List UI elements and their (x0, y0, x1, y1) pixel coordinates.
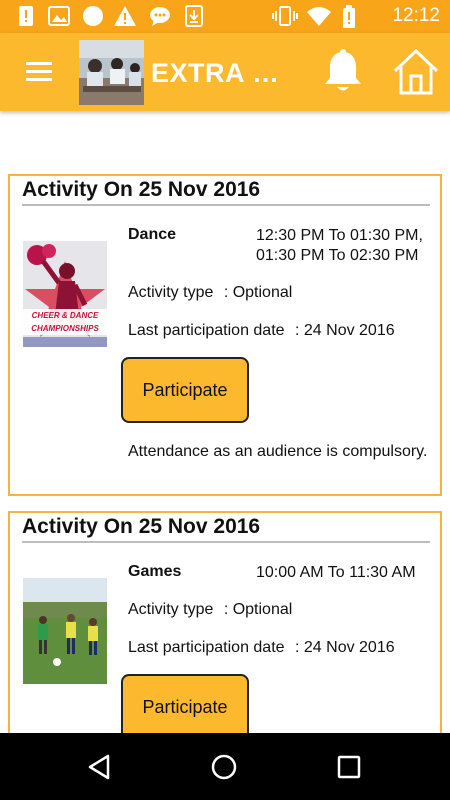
menu-button[interactable] (18, 55, 62, 89)
last-date-value: : 24 Nov 2016 (295, 322, 395, 339)
last-date-label: Last participation date (128, 322, 285, 339)
home-circle-icon (211, 754, 237, 780)
wifi-icon (306, 5, 332, 32)
activity-heading: Activity On 25 Nov 2016 (22, 515, 430, 543)
last-date-row: Last participation date : 24 Nov 2016 (128, 639, 395, 657)
status-time: 12:12 (392, 5, 440, 26)
recents-icon (337, 755, 361, 779)
home-button[interactable] (391, 48, 441, 96)
hamburger-menu-icon (26, 62, 52, 81)
last-date-row: Last participation date : 24 Nov 2016 (128, 322, 395, 340)
download-icon (185, 5, 203, 32)
warning-icon (113, 5, 137, 32)
activity-type-value: : Optional (223, 284, 293, 301)
activity-type-row: Activity type : Optional (128, 601, 292, 619)
alert-box-icon (18, 5, 34, 32)
app-title: EXTRA C... (151, 58, 286, 88)
battery-alert-icon (342, 5, 356, 34)
activity-type-label: Activity type (128, 284, 214, 301)
home-icon (393, 48, 439, 95)
back-icon (88, 754, 110, 780)
participate-button[interactable]: Participate (121, 674, 249, 733)
chat-bubble-icon (148, 5, 172, 32)
last-date-label: Last participation date (128, 639, 285, 656)
participate-button[interactable]: Participate (121, 357, 249, 423)
activity-type-label: Activity type (128, 601, 214, 618)
activity-heading: Activity On 25 Nov 2016 (22, 178, 430, 206)
activity-type-value: : Optional (223, 601, 293, 618)
activity-card: Activity On 25 Nov 2016 Games 10:00 AM T… (8, 511, 442, 733)
activity-image (23, 578, 107, 684)
activity-name: Dance (128, 226, 177, 243)
activity-image: CHEER & DANCE CHAMPIONSHIPS (23, 241, 107, 347)
app-toolbar: EXTRA C... (0, 33, 450, 111)
app-logo (79, 40, 144, 105)
recents-button[interactable] (333, 751, 365, 783)
circle-icon (82, 5, 104, 32)
svg-text:CHEER & DANCE: CHEER & DANCE (32, 311, 99, 320)
svg-text:CHAMPIONSHIPS: CHAMPIONSHIPS (31, 324, 99, 333)
activity-note: Attendance as an audience is compulsory. (128, 443, 428, 460)
activity-type-row: Activity type : Optional (128, 284, 292, 302)
last-date-value: : 24 Nov 2016 (295, 639, 395, 656)
activity-time: 10:00 AM To 11:30 AM (256, 564, 416, 581)
activity-time: 12:30 PM To 01:30 PM, 01:30 PM To 02:30 … (256, 227, 423, 264)
notifications-button[interactable] (320, 48, 366, 96)
system-nav-bar (0, 733, 450, 800)
image-icon (48, 5, 70, 32)
activity-name: Games (128, 563, 182, 580)
screen: 12:12 EXTRA C... Activity On 25 Nov 2016… (0, 0, 450, 800)
bell-icon (325, 49, 361, 91)
nav-home-button[interactable] (208, 751, 240, 783)
activity-card: Activity On 25 Nov 2016 CHEER & DANCE CH… (8, 174, 442, 496)
status-bar: 12:12 (0, 0, 450, 33)
vibrate-icon (272, 5, 298, 32)
back-button[interactable] (84, 751, 116, 783)
activity-list[interactable]: Activity On 25 Nov 2016 CHEER & DANCE CH… (0, 111, 450, 733)
